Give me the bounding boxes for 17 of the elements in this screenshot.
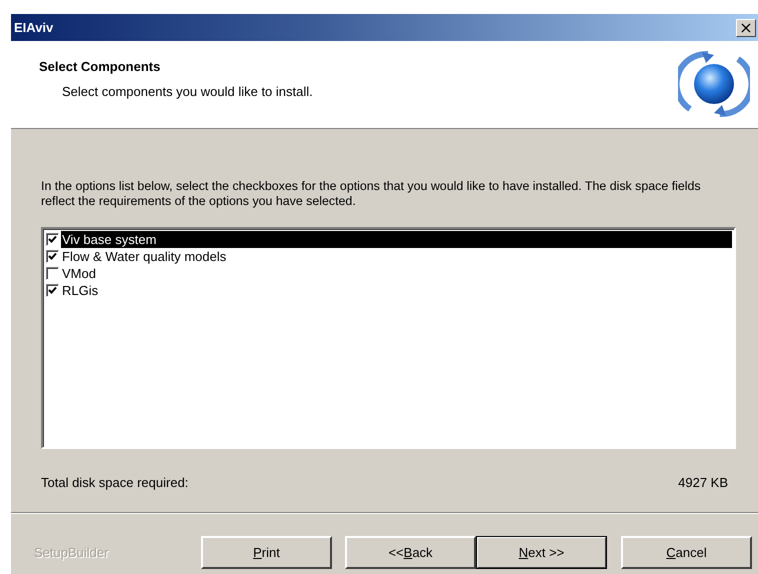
wizard-button[interactable]: <<Back: [345, 536, 476, 568]
component-label[interactable]: RLGis: [61, 282, 732, 299]
page-subtitle: Select components you would like to install.: [61, 84, 313, 99]
disk-space-label: Total disk space required:: [41, 475, 188, 490]
globe-icon: [678, 49, 750, 119]
wizard-button[interactable]: Print: [201, 536, 332, 568]
window-title: EIAviv: [14, 20, 54, 35]
component-label[interactable]: VMod: [61, 265, 732, 282]
checkbox[interactable]: [46, 233, 59, 246]
close-button[interactable]: ×: [736, 18, 756, 36]
wizard-button[interactable]: Next >>: [476, 536, 607, 568]
wizard-button[interactable]: Cancel: [621, 536, 752, 568]
disk-space-value: 4927 KB: [678, 475, 728, 490]
page-title: Select Components: [39, 59, 160, 74]
instructions-text: In the options list below, select the checkboxes for the options that you would like to have installed. The disk space fields reflect the requirements of the options you have selected.: [41, 179, 702, 209]
component-label[interactable]: Flow & Water quality models: [61, 248, 732, 265]
component-label[interactable]: Viv base system: [61, 231, 732, 248]
